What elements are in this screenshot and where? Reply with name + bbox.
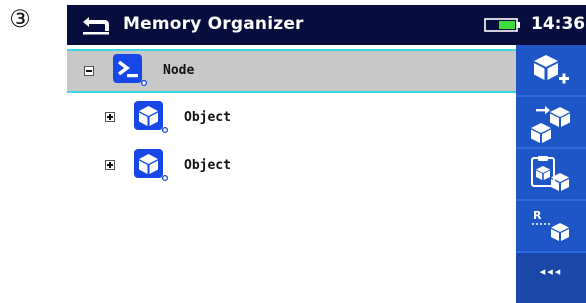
object-label: Object xyxy=(184,158,231,173)
expand-toggle-icon[interactable] xyxy=(105,112,115,122)
battery-icon xyxy=(484,18,520,32)
tree-object-row[interactable]: Object xyxy=(67,143,516,189)
page: ③ Memory Organizer 14:36 Node Object Obj… xyxy=(0,0,586,303)
title-bar: Memory Organizer 14:36 xyxy=(67,5,586,45)
add-object-button[interactable] xyxy=(516,45,586,97)
copy-object-button[interactable] xyxy=(516,149,586,201)
collapse-toggle-icon[interactable] xyxy=(84,66,94,76)
more-arrows-icon: ◂◂◂ xyxy=(539,265,563,278)
expand-toggle-icon[interactable] xyxy=(105,160,115,170)
back-arrow-icon[interactable] xyxy=(79,13,113,37)
tree-node-row[interactable]: Node xyxy=(67,49,516,93)
copy-object-icon xyxy=(531,156,569,191)
more-options-button[interactable]: ◂◂◂ xyxy=(516,253,586,303)
node-terminal-icon xyxy=(113,54,148,87)
move-object-icon xyxy=(531,106,570,143)
instrument-screen: Memory Organizer 14:36 Node Object Objec… xyxy=(67,5,586,303)
memory-tree: Node Object Object xyxy=(67,45,516,303)
tree-object-row[interactable]: Object xyxy=(67,95,516,141)
rename-object-button[interactable]: R xyxy=(516,201,586,253)
object-cube-icon xyxy=(134,149,169,182)
object-cube-icon xyxy=(134,101,169,134)
svg-text:R: R xyxy=(533,209,542,222)
clock: 14:36 xyxy=(531,14,586,34)
step-marker: ③ xyxy=(9,5,31,33)
rename-object-icon: R xyxy=(532,209,569,241)
page-title: Memory Organizer xyxy=(123,14,304,34)
move-object-button[interactable] xyxy=(516,97,586,149)
add-object-icon xyxy=(534,55,569,84)
node-label: Node xyxy=(163,63,195,78)
object-label: Object xyxy=(184,110,231,125)
action-sidebar: R ◂◂◂ xyxy=(516,45,586,303)
